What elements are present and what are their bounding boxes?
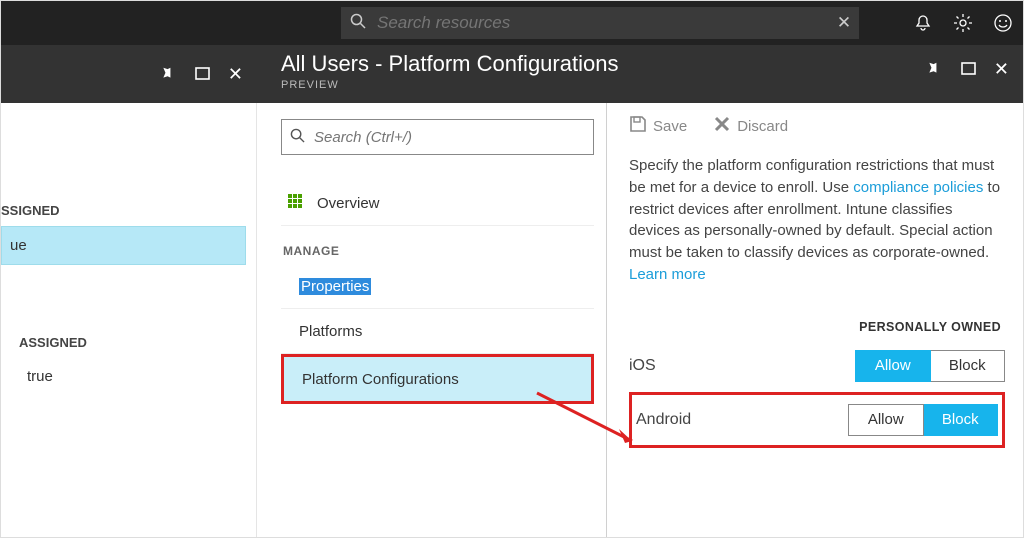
blade-title: All Users - Platform Configurations <box>281 51 927 77</box>
compliance-policies-link[interactable]: compliance policies <box>853 179 983 196</box>
save-icon <box>629 115 647 137</box>
nav-label: Properties <box>299 278 371 295</box>
nav-properties[interactable]: Properties <box>281 264 594 309</box>
nav-platform-configurations[interactable]: Platform Configurations <box>281 354 594 404</box>
global-search[interactable]: ✕ <box>341 7 859 39</box>
pin-icon[interactable] <box>927 59 943 80</box>
assigned-label: ASSIGNED <box>19 335 256 358</box>
ios-allow-option[interactable]: Allow <box>855 350 931 382</box>
close-icon[interactable]: ✕ <box>994 59 1009 80</box>
blade-header: ✕ All Users - Platform Configurations PR… <box>1 45 1023 103</box>
nav-label: Platform Configurations <box>302 371 459 388</box>
previous-blade: SSIGNED ue ASSIGNED true <box>1 103 257 538</box>
feedback-smiley-icon[interactable] <box>983 1 1023 45</box>
nav-label: Overview <box>317 195 380 212</box>
save-button[interactable]: Save <box>629 115 687 137</box>
menu-search-input[interactable] <box>312 128 593 147</box>
android-toggle: Allow Block <box>848 404 998 436</box>
save-label: Save <box>653 118 687 135</box>
maximize-icon[interactable] <box>961 59 976 80</box>
notifications-icon[interactable] <box>903 1 943 45</box>
platform-label: iOS <box>629 357 855 375</box>
android-allow-option[interactable]: Allow <box>848 404 924 436</box>
blade-subtitle: PREVIEW <box>281 79 927 91</box>
clear-search-icon[interactable]: ✕ <box>829 13 859 33</box>
assigned-label: SSIGNED <box>1 203 256 226</box>
search-icon <box>282 128 312 147</box>
ios-toggle: Allow Block <box>855 350 1005 382</box>
pin-icon[interactable] <box>161 64 177 85</box>
platform-row-android: Android Allow Block <box>636 398 998 442</box>
ios-block-option[interactable]: Block <box>931 350 1006 382</box>
discard-icon <box>713 115 731 137</box>
close-icon[interactable]: ✕ <box>228 64 243 85</box>
nav-label: Platforms <box>299 323 362 340</box>
global-top-bar: ✕ <box>1 1 1023 45</box>
column-header-personally-owned: PERSONALLY OWNED <box>629 320 1001 334</box>
description-text: Specify the platform configuration restr… <box>629 155 1005 286</box>
settings-gear-icon[interactable] <box>943 1 983 45</box>
search-icon <box>341 13 375 34</box>
resource-menu: Overview MANAGE Properties Platforms Pla… <box>257 103 607 538</box>
discard-label: Discard <box>737 118 788 135</box>
command-bar: Save Discard <box>629 115 1005 137</box>
discard-button[interactable]: Discard <box>713 115 788 137</box>
nav-platforms[interactable]: Platforms <box>281 309 594 354</box>
assigned-value-selected[interactable]: ue <box>1 226 246 265</box>
android-highlight: Android Allow Block <box>629 392 1005 448</box>
platform-label: Android <box>636 411 848 429</box>
platform-row-ios: iOS Allow Block <box>629 344 1005 388</box>
android-block-option[interactable]: Block <box>924 404 999 436</box>
assigned-value: true <box>19 358 256 395</box>
content-pane: Save Discard Specify the platform config… <box>607 103 1023 538</box>
grid-icon <box>285 193 305 213</box>
menu-search[interactable] <box>281 119 594 155</box>
global-search-input[interactable] <box>375 12 829 34</box>
manage-section-label: MANAGE <box>283 244 594 258</box>
maximize-icon[interactable] <box>195 64 210 85</box>
learn-more-link[interactable]: Learn more <box>629 266 706 283</box>
nav-overview[interactable]: Overview <box>281 181 594 226</box>
